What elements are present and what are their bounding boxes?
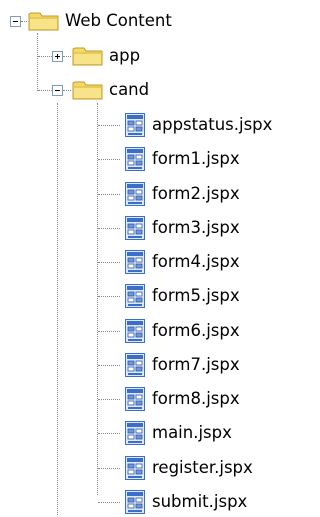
tree-node-web-content[interactable]: Web Content [28, 6, 172, 36]
jspx-file-icon [123, 249, 147, 275]
folder-icon [28, 10, 60, 32]
tree-connector [98, 262, 120, 263]
tree-node-label: form1.jspx [152, 149, 240, 168]
tree-node-label: form7.jspx [152, 355, 240, 374]
tree-node-file[interactable]: form4.jspx [123, 247, 240, 277]
tree-connector [63, 90, 71, 91]
jspx-file-icon [123, 455, 147, 481]
tree-node-file[interactable]: register.jspx [123, 453, 253, 483]
jspx-file-icon [123, 420, 147, 446]
tree-connector [98, 502, 120, 503]
tree-connector [98, 433, 120, 434]
jspx-file-icon [123, 181, 147, 207]
tree-node-file[interactable]: main.jspx [123, 418, 232, 448]
tree-node-file[interactable]: form2.jspx [123, 179, 240, 209]
jspx-file-icon [123, 318, 147, 344]
tree-connector [97, 103, 98, 495]
tree-node-label: form3.jspx [152, 218, 240, 237]
folder-icon [72, 79, 104, 101]
tree-connector [63, 56, 71, 57]
tree-node-file[interactable]: appstatus.jspx [123, 110, 272, 140]
tree-node-label: form8.jspx [152, 389, 240, 408]
tree-connector [38, 56, 52, 57]
tree-node-app[interactable]: app [72, 41, 140, 71]
expand-toggle-app[interactable] [52, 51, 63, 62]
tree-node-label: form4.jspx [152, 252, 240, 271]
tree-node-file[interactable]: form8.jspx [123, 384, 240, 414]
tree-node-label: form2.jspx [152, 184, 240, 203]
jspx-file-icon [123, 112, 147, 138]
tree-node-file[interactable]: form1.jspx [123, 144, 240, 174]
tree-node-file[interactable]: form3.jspx [123, 213, 240, 243]
tree-connector [98, 365, 120, 366]
tree-connector [38, 90, 52, 91]
tree-node-label: cand [109, 80, 150, 99]
jspx-file-icon [123, 386, 147, 412]
tree-node-file[interactable]: submit.jspx [123, 487, 247, 517]
jspx-file-icon [123, 352, 147, 378]
collapse-toggle-cand[interactable] [52, 85, 63, 96]
tree-connector [98, 125, 120, 126]
tree-node-label: main.jspx [152, 423, 232, 442]
tree-node-label: form6.jspx [152, 321, 240, 340]
tree-node-label: Web Content [65, 11, 172, 30]
collapse-toggle-web-content[interactable] [10, 16, 21, 27]
tree-connector [98, 468, 120, 469]
jspx-file-icon [123, 489, 147, 515]
tree-node-label: form5.jspx [152, 286, 240, 305]
tree-node-file[interactable]: form7.jspx [123, 350, 240, 380]
tree-connector [98, 159, 120, 160]
tree-node-label: app [109, 46, 141, 65]
jspx-file-icon [123, 146, 147, 172]
tree-node-label: register.jspx [152, 458, 253, 477]
tree-connector [98, 228, 120, 229]
project-tree: Web Content app cand appstatus.jspx form… [0, 0, 309, 515]
tree-connector [21, 21, 27, 22]
tree-connector [98, 296, 120, 297]
tree-connector [98, 399, 120, 400]
jspx-file-icon [123, 215, 147, 241]
minus-icon [55, 90, 60, 91]
tree-node-label: appstatus.jspx [152, 115, 273, 134]
minus-icon [13, 21, 18, 22]
folder-icon [72, 45, 104, 67]
jspx-file-icon [123, 283, 147, 309]
tree-node-cand[interactable]: cand [72, 75, 149, 105]
tree-node-label: submit.jspx [152, 492, 248, 511]
tree-connector [98, 194, 120, 195]
plus-icon-v [57, 54, 58, 59]
tree-connector [98, 331, 120, 332]
tree-connector [57, 103, 58, 515]
tree-connector [37, 33, 38, 91]
tree-node-file[interactable]: form5.jspx [123, 281, 240, 311]
tree-node-file[interactable]: form6.jspx [123, 316, 240, 346]
